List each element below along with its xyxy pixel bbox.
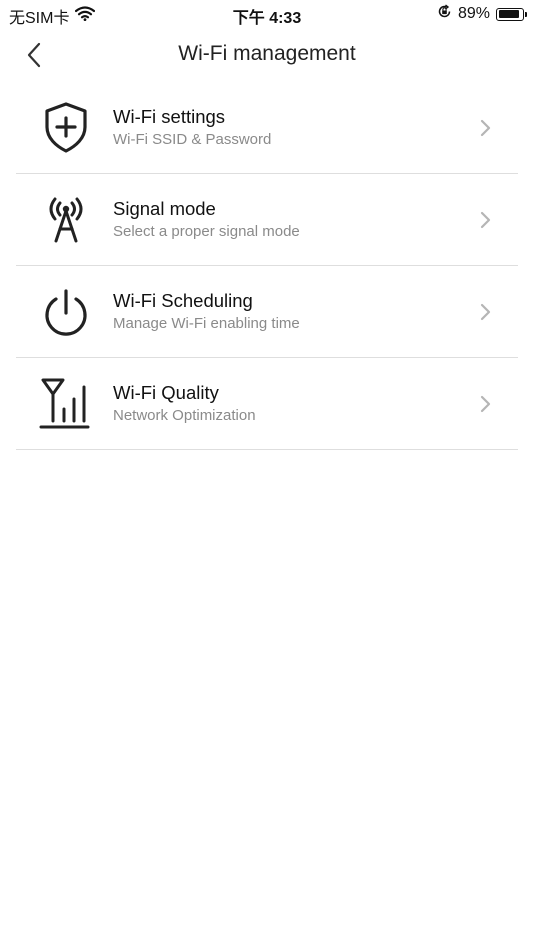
power-icon: [38, 285, 94, 339]
page-title: Wi-Fi management: [178, 42, 356, 65]
menu-item-title: Wi-Fi settings: [113, 106, 226, 127]
chevron-right-icon: [478, 118, 492, 138]
battery-percent: 89%: [457, 5, 490, 22]
menu-item-subtitle: Network Optimization: [113, 407, 256, 424]
menu-item-wifi-quality[interactable]: Wi-Fi Quality Network Optimization: [16, 358, 518, 450]
battery-icon: [496, 7, 527, 21]
signal-bars-icon: [38, 377, 94, 431]
orientation-lock-icon: [437, 4, 452, 24]
menu-item-title: Wi-Fi Quality: [113, 382, 219, 403]
menu-item-signal-mode[interactable]: Signal mode Select a proper signal mode: [16, 174, 518, 266]
menu-item-wifi-scheduling[interactable]: Wi-Fi Scheduling Manage Wi-Fi enabling t…: [16, 266, 518, 358]
menu-item-wifi-settings[interactable]: Wi-Fi settings Wi-Fi SSID & Password: [16, 82, 518, 174]
battery-fill: [498, 10, 519, 18]
chevron-right-icon: [478, 394, 492, 414]
menu-item-subtitle: Wi-Fi SSID & Password: [113, 131, 272, 148]
battery-cap: [525, 11, 527, 17]
chevron-right-icon: [478, 302, 492, 322]
menu-item-title: Signal mode: [113, 198, 216, 219]
menu-item-subtitle: Manage Wi-Fi enabling time: [113, 315, 300, 332]
chevron-right-icon: [478, 210, 492, 230]
menu-list: Wi-Fi settings Wi-Fi SSID & Password Sig…: [16, 82, 518, 450]
status-right: 89%: [437, 4, 527, 24]
antenna-tower-icon: [38, 193, 94, 247]
menu-item-subtitle: Select a proper signal mode: [113, 223, 300, 240]
nav-bar: Wi-Fi management: [0, 28, 534, 82]
shield-plus-icon: [38, 101, 94, 155]
menu-item-title: Wi-Fi Scheduling: [113, 290, 253, 311]
status-bar: 无SIM卡 下午 4:33 89%: [0, 0, 534, 28]
